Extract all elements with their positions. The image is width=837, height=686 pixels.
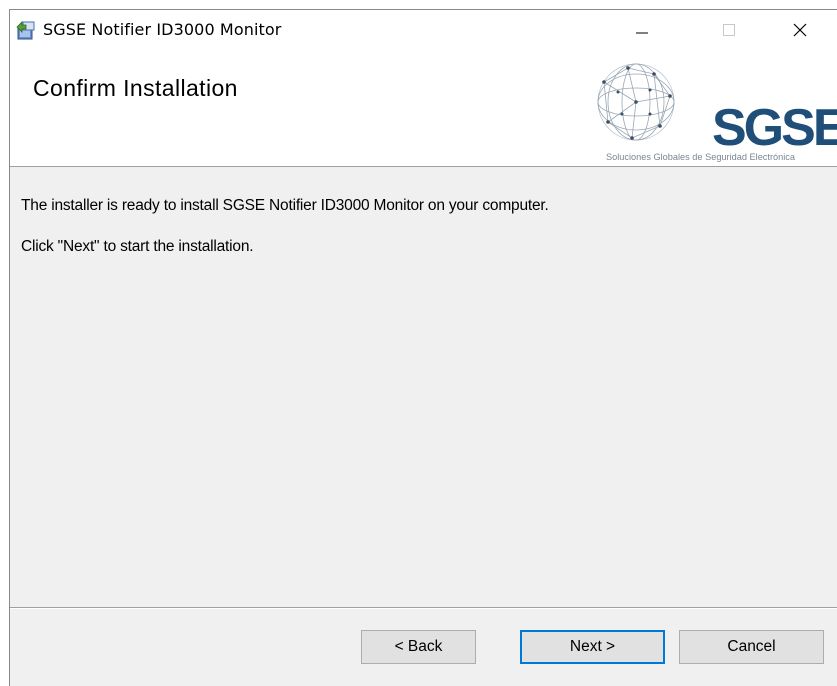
sgse-logo: SGSE Soluciones Globales de Seguridad El… [597,63,837,162]
minimize-icon [636,32,648,33]
install-ready-text: The installer is ready to install SGSE N… [21,197,549,214]
maximize-icon [723,23,735,36]
cancel-button[interactable]: Cancel [679,630,824,664]
minimize-button[interactable] [614,10,670,49]
content-area: The installer is ready to install SGSE N… [10,167,837,607]
page-title: Confirm Installation [33,75,238,101]
window-title: SGSE Notifier ID3000 Monitor [43,20,282,39]
header-banner: Confirm Installation SGSE Soluciones Glo… [10,49,837,167]
close-icon [793,23,807,36]
logo-tagline: Soluciones Globales de Seguridad Electró… [606,152,796,162]
title-bar[interactable]: SGSE Notifier ID3000 Monitor [10,10,837,49]
installer-icon [16,21,35,40]
footer-divider [10,607,837,609]
next-button[interactable]: Next > [520,630,665,664]
installer-window: SGSE Notifier ID3000 Monitor Confirm Ins… [9,9,837,686]
close-button[interactable] [772,10,828,49]
maximize-button[interactable] [701,10,757,49]
instruction-text: Click "Next" to start the installation. [21,238,254,255]
back-button[interactable]: < Back [361,630,476,664]
logo-brand-text: SGSE [712,99,837,157]
